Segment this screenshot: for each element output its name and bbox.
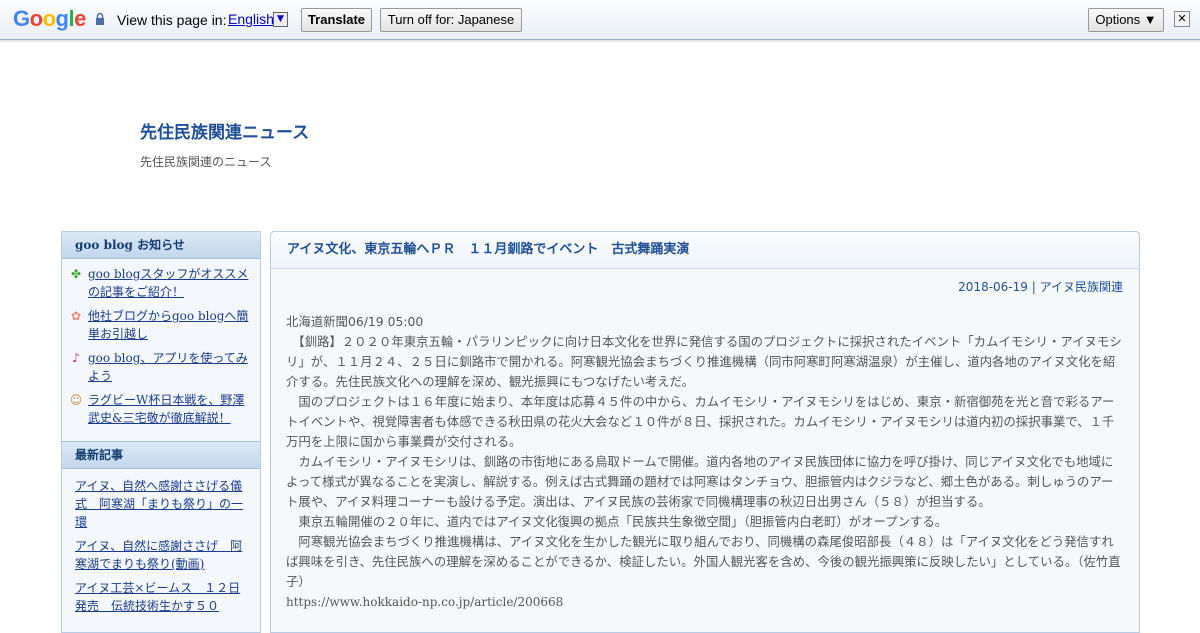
recent-list: アイヌ、自然へ感謝ささげる儀式 阿寒湖「まりも祭り」の一環 アイヌ、自然に感謝さ… <box>62 469 260 615</box>
article-url: https://www.hokkaido-np.co.jp/article/20… <box>286 595 564 609</box>
notice-link[interactable]: 他社ブログからgoo blogへ簡単お引越し <box>88 307 252 343</box>
article-body: 北海道新聞06/19 05:00 【釧路】２０２０年東京五輪・パラリンピックに向… <box>286 312 1124 612</box>
flower-icon: ✿ <box>70 309 82 323</box>
list-item: ☺ ラグビーW杯日本戦を、野澤武史&三宅敬が徹底解説！ <box>68 391 252 427</box>
article-paragraph: 【釧路】２０２０年東京五輪・パラリンピックに向け日本文化を世界に発信する国のプロ… <box>286 334 1122 389</box>
google-logo: Google <box>13 6 86 32</box>
options-button[interactable]: Options ▼ <box>1088 8 1164 32</box>
music-note-icon: ♪ <box>72 351 80 365</box>
notice-header: goo blog お知らせ <box>62 232 260 259</box>
logo-letter: g <box>55 6 69 31</box>
list-item: ✿ 他社ブログからgoo blogへ簡単お引越し <box>68 307 252 343</box>
translate-button[interactable]: Translate <box>301 8 372 32</box>
meta-separator: | <box>1027 280 1040 294</box>
article-panel: アイヌ文化、東京五輪へＰＲ １１月釧路でイベント 古式舞踊実演 2018-06-… <box>270 231 1140 633</box>
notice-link[interactable]: ラグビーW杯日本戦を、野澤武史&三宅敬が徹底解説！ <box>88 391 252 427</box>
blog-title[interactable]: 先住民族関連ニュース <box>140 118 309 143</box>
character-icon: ☺ <box>69 393 83 407</box>
recent-article-link[interactable]: アイヌ、自然に感謝ささげ 阿寒湖でまりも祭り(動画) <box>75 537 250 573</box>
recent-article-link[interactable]: アイヌ、自然へ感謝ささげる儀式 阿寒湖「まりも祭り」の一環 <box>75 477 250 531</box>
notice-link[interactable]: goo blogスタッフがオススメの記事をご紹介！ <box>88 265 252 301</box>
blog-description: 先住民族関連のニュース <box>140 155 272 169</box>
language-select[interactable]: English <box>228 11 274 27</box>
list-item: ♪ goo blog、アプリを使ってみよう <box>68 349 252 385</box>
clover-icon: ✤ <box>70 267 82 281</box>
chevron-down-icon[interactable]: ▼ <box>273 12 288 27</box>
logo-letter: e <box>74 6 86 31</box>
close-icon[interactable]: ✕ <box>1174 11 1190 27</box>
article-meta: 2018-06-19 | アイヌ民族関連 <box>958 278 1123 295</box>
article-title[interactable]: アイヌ文化、東京五輪へＰＲ １１月釧路でイベント 古式舞踊実演 <box>271 232 1139 269</box>
logo-letter: o <box>29 6 43 31</box>
recent-header: 最新記事 <box>62 441 260 469</box>
recent-article-link[interactable]: アイヌ工芸×ビームス １２日発売 伝統技術生かす５０ <box>75 579 250 615</box>
sidebar: goo blog お知らせ ✤ goo blogスタッフがオススメの記事をご紹介… <box>61 231 261 633</box>
article-paragraph: 東京五輪開催の２０年に、道内ではアイヌ文化復興の拠点「民族共生象徴空間」（胆振管… <box>286 514 948 529</box>
lock-icon <box>96 12 104 25</box>
logo-letter: G <box>13 6 30 31</box>
article-paragraph: 国のプロジェクトは１６年度に始まり、本年度は応募４５件の中から、カムイモシリ・ア… <box>286 394 1115 449</box>
article-paragraph: 阿寒観光協会まちづくり推進機構は、アイヌ文化を生かした観光に取り組んでおり、同機… <box>286 534 1121 589</box>
view-page-label: View this page in: <box>117 12 227 28</box>
notice-list: ✤ goo blogスタッフがオススメの記事をご紹介！ ✿ 他社ブログからgoo… <box>62 259 260 441</box>
translate-bar: Google View this page in: English ▼ Tran… <box>0 0 1200 40</box>
article-category[interactable]: アイヌ民族関連 <box>1040 280 1123 294</box>
turn-off-button[interactable]: Turn off for: Japanese <box>380 8 522 32</box>
article-paragraph: カムイモシリ・アイヌモシリは、釧路の市街地にある鳥取ドームで開催。道内各地のアイ… <box>286 454 1114 509</box>
article-source: 北海道新聞06/19 05:00 <box>286 314 424 329</box>
notice-link[interactable]: goo blog、アプリを使ってみよう <box>88 349 252 385</box>
logo-letter: o <box>42 6 56 31</box>
article-date[interactable]: 2018-06-19 <box>958 280 1028 294</box>
list-item: ✤ goo blogスタッフがオススメの記事をご紹介！ <box>68 265 252 301</box>
